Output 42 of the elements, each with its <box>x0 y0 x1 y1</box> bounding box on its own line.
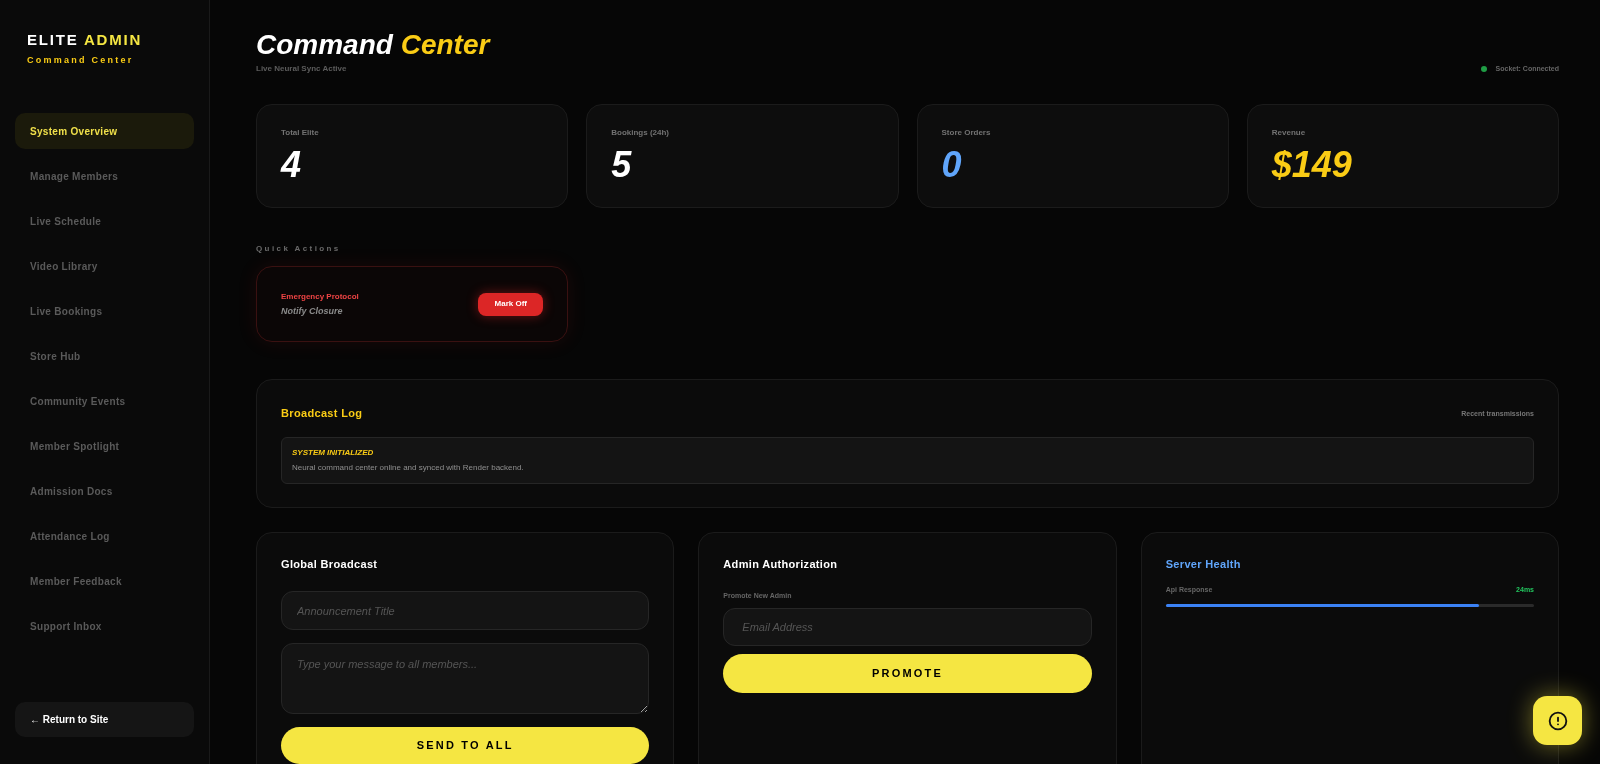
stat-value: 5 <box>611 145 632 185</box>
sidebar-item[interactable]: System Overview <box>15 113 194 149</box>
stat-label: Total Elite <box>281 128 319 138</box>
return-to-site-button[interactable]: ← Return to Site <box>15 702 194 737</box>
sidebar-item[interactable]: Community Events <box>15 383 194 419</box>
promote-button[interactable]: PROMOTE <box>723 654 1092 693</box>
sidebar-item[interactable]: Support Inbox <box>15 608 194 644</box>
sidebar-item[interactable]: Live Schedule <box>15 203 194 239</box>
send-to-all-button[interactable]: SEND TO ALL <box>281 727 650 764</box>
stat-value: 0 <box>941 145 962 185</box>
sidebar-item[interactable]: Attendance Log <box>15 518 194 554</box>
stat-label: Store Orders <box>941 128 991 138</box>
email-input-field[interactable]: Email Address <box>723 608 1092 646</box>
sidebar-item[interactable]: Live Bookings <box>15 293 194 329</box>
exclamation-circle-icon <box>1547 710 1568 731</box>
action-title: Emergency Protocol <box>281 291 359 302</box>
mark-off-button[interactable]: Mark Off <box>478 292 544 316</box>
page-subtitle: Live Neural Sync Active <box>256 64 347 74</box>
message-input-field[interactable]: Type your message to all members... <box>281 643 650 714</box>
log-entry-message: Neural command center online and synced with Render backend. <box>292 463 524 473</box>
card-title: Server Health <box>1165 557 1241 571</box>
sidebar-item[interactable]: Member Feedback <box>15 563 194 599</box>
title-input-field[interactable]: Announcement Title <box>281 591 650 630</box>
action-subtitle: Notify Closure <box>281 305 343 317</box>
alert-button[interactable] <box>1533 696 1582 745</box>
card-title: Broadcast Log <box>281 406 363 420</box>
log-entry-title: SYSTEM INITIALIZED <box>292 448 374 458</box>
section-heading: Quick Actions <box>256 244 341 254</box>
sidebar-item[interactable]: Video Library <box>15 248 194 284</box>
stat-label: Bookings (24h) <box>611 128 670 138</box>
sidebar-item[interactable]: Store Hub <box>15 338 194 374</box>
brand-tagline: Command Center <box>27 55 134 66</box>
stat-label: Revenue <box>1271 128 1306 138</box>
card-title: Admin Authorization <box>723 557 838 571</box>
sidebar-item[interactable]: Member Spotlight <box>15 428 194 464</box>
brand-logo: ELITE ADMIN <box>27 31 143 49</box>
sidebar-item[interactable]: Manage Members <box>15 158 194 194</box>
page-title: Command Center <box>256 29 490 61</box>
stat-value: 4 <box>281 145 302 185</box>
sidebar-item[interactable]: Admission Docs <box>15 473 194 509</box>
stat-value: $149 <box>1271 145 1352 185</box>
card-title: Global Broadcast <box>281 557 378 571</box>
